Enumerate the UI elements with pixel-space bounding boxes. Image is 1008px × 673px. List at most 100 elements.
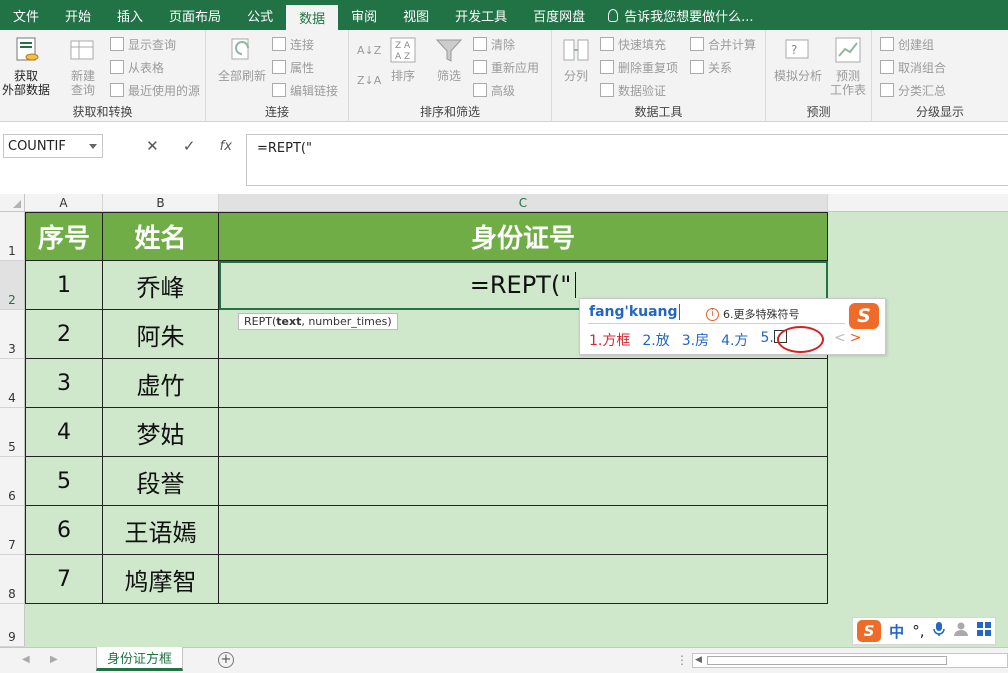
ime-more-symbols[interactable]: i 6.更多特殊符号 [706,306,800,322]
clear-filter-button[interactable]: 清除 [473,34,515,54]
ime-candidate-3[interactable]: 3.房 [682,330,709,350]
scrollbar-thumb[interactable] [707,656,947,665]
ime-prev-button[interactable]: < [834,330,846,346]
column-header-a[interactable]: A [25,194,103,212]
ime-language-toggle[interactable]: 中 [889,621,904,642]
subtotal-button[interactable]: 分类汇总 [880,80,946,100]
group-button[interactable]: 创建组 [880,34,934,54]
cell-number[interactable]: 4 [25,408,103,457]
header-cell-name[interactable]: 姓名 [103,212,219,261]
get-external-data-button[interactable]: 获取 外部数据 [2,34,50,97]
flash-fill-button[interactable]: 快速填充 [600,34,666,54]
ime-candidate-1[interactable]: 1.方框 [589,330,630,350]
toolbox-grid-icon[interactable] [976,622,991,640]
show-query-button[interactable]: 显示查询 [110,34,176,54]
filter-button[interactable]: 筛选 [429,34,469,83]
cell-name[interactable]: 阿朱 [103,310,219,359]
cell-name[interactable]: 王语嫣 [103,506,219,555]
row-header-9[interactable]: 9 [0,604,25,647]
refresh-all-button[interactable]: 全部刷新 [216,34,268,83]
cell-name[interactable]: 梦姑 [103,408,219,457]
tab-file[interactable]: 文件 [0,0,52,30]
relationships-button[interactable]: 关系 [690,57,732,77]
sheet-next-icon[interactable]: ▶ [50,654,58,665]
cell-name[interactable]: 鸠摩智 [103,555,219,604]
from-table-button[interactable]: 从表格 [110,57,164,77]
tab-home[interactable]: 开始 [52,0,104,30]
text-to-columns-button[interactable]: 分列 [558,34,594,83]
microphone-icon[interactable] [932,621,945,641]
consolidate-button[interactable]: 合并计算 [690,34,756,54]
tab-page-layout[interactable]: 页面布局 [156,0,234,30]
column-header-c[interactable]: C [219,194,828,212]
row-header-8[interactable]: 8 [0,555,25,604]
cell-name[interactable]: 段誉 [103,457,219,506]
cell-id[interactable] [219,457,828,506]
ime-next-button[interactable]: > [850,330,862,346]
row-header-5[interactable]: 5 [0,408,25,457]
header-cell-number[interactable]: 序号 [25,212,103,261]
scroll-left-icon[interactable]: ◀ [695,655,702,665]
user-icon[interactable] [953,621,969,641]
recent-sources-button[interactable]: 最近使用的源 [110,80,200,100]
select-all-corner[interactable] [0,194,25,212]
ime-punctuation-toggle[interactable]: °, [912,622,924,640]
tab-insert[interactable]: 插入 [104,0,156,30]
column-header-b[interactable]: B [103,194,219,212]
chevron-down-icon[interactable] [89,144,97,149]
formula-input[interactable]: =REPT(" [246,134,1008,186]
edit-links-button[interactable]: 编辑链接 [272,80,338,100]
advanced-filter-button[interactable]: 高级 [473,80,515,100]
row-header-1[interactable]: 1 [0,212,25,261]
row-header-2[interactable]: 2 [0,261,25,310]
cancel-icon[interactable]: ✕ [146,137,159,155]
cell-id[interactable] [219,359,828,408]
properties-button[interactable]: 属性 [272,57,314,77]
add-sheet-icon[interactable]: + [218,652,234,668]
cell-number[interactable]: 3 [25,359,103,408]
horizontal-scrollbar[interactable]: ◀ [692,653,1008,668]
cell-id[interactable] [219,555,828,604]
forecast-sheet-button[interactable]: 预测 工作表 [828,34,868,97]
tab-baidu-netdisk[interactable]: 百度网盘 [520,0,598,30]
reapply-button[interactable]: 重新应用 [473,57,539,77]
cell-number[interactable]: 6 [25,506,103,555]
sort-az-button[interactable]: A↓Z [357,40,381,60]
tab-review[interactable]: 审阅 [338,0,390,30]
cell-id[interactable] [219,408,828,457]
what-if-button[interactable]: ? 模拟分析 [772,34,824,83]
sort-button[interactable]: Z AA Z 排序 [385,34,421,83]
sheet-prev-icon[interactable]: ◀ [22,654,30,665]
sogou-logo-icon[interactable]: S [857,620,882,642]
row-header-4[interactable]: 4 [0,359,25,408]
ime-candidate-4[interactable]: 4.方 [721,330,748,350]
remove-duplicates-button[interactable]: 删除重复项 [600,57,678,77]
ungroup-button[interactable]: 取消组合 [880,57,946,77]
row-header-3[interactable]: 3 [0,310,25,359]
cell-name[interactable]: 乔峰 [103,261,219,310]
insert-function-icon[interactable]: fx [220,139,232,154]
split-handle-icon[interactable]: ⋮ [676,653,688,667]
row-header-7[interactable]: 7 [0,506,25,555]
tab-developer[interactable]: 开发工具 [442,0,520,30]
data-validation-button[interactable]: 数据验证 [600,80,666,100]
tell-me-box[interactable]: 告诉我您想要做什么... [598,0,754,30]
header-cell-id[interactable]: 身份证号 [219,212,828,261]
cell-number[interactable]: 7 [25,555,103,604]
cell-id[interactable] [219,506,828,555]
tab-data[interactable]: 数据 [286,5,339,30]
name-box[interactable]: COUNTIF [3,134,103,158]
cell-name[interactable]: 虚竹 [103,359,219,408]
tab-formulas[interactable]: 公式 [234,0,286,30]
sheet-tab-active[interactable]: 身份证方框 [96,647,184,671]
row-header-6[interactable]: 6 [0,457,25,506]
cell-number[interactable]: 2 [25,310,103,359]
ime-candidate-2[interactable]: 2.放 [642,330,669,350]
cell-number[interactable]: 1 [25,261,103,310]
tab-view[interactable]: 视图 [390,0,442,30]
connections-button[interactable]: 连接 [272,34,314,54]
cell-number[interactable]: 5 [25,457,103,506]
sort-za-button[interactable]: Z↓A [357,70,381,90]
enter-icon[interactable]: ✓ [183,137,196,155]
new-query-button[interactable]: 新建 查询 [62,34,104,97]
